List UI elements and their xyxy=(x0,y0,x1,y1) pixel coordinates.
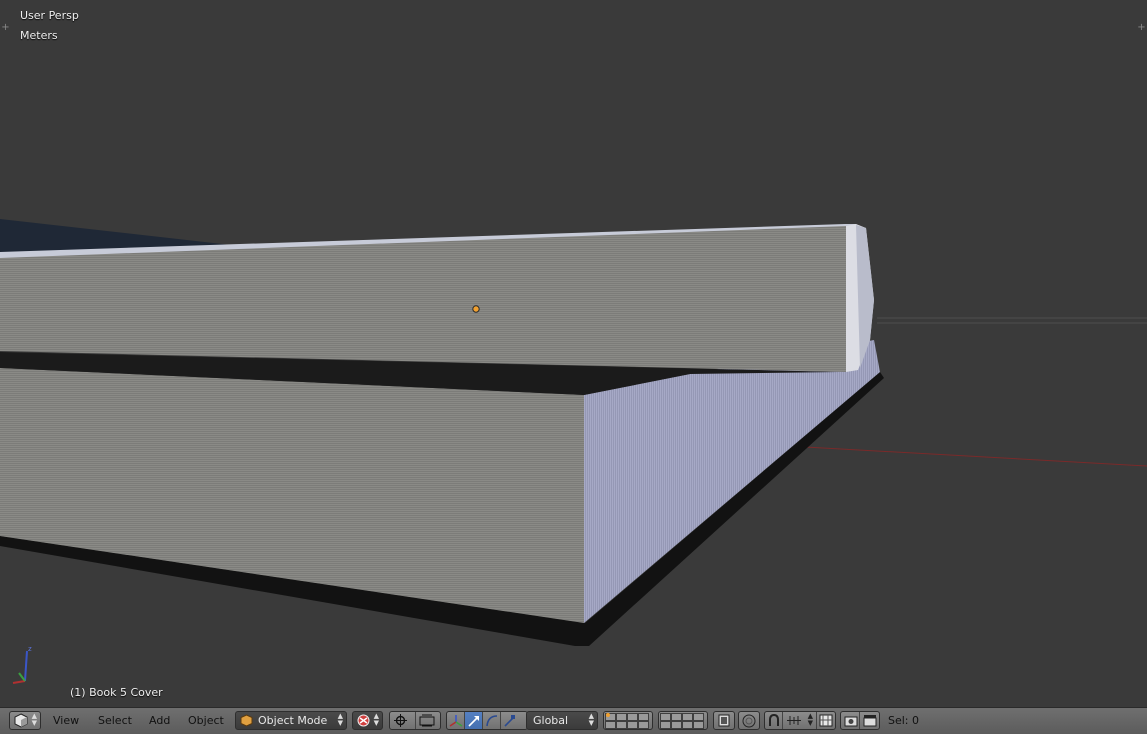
translate-arrow-icon xyxy=(468,716,479,727)
manipulator-toggle-button[interactable] xyxy=(447,712,465,729)
manipulator-toggle-icon xyxy=(449,715,463,727)
cube-editor-icon xyxy=(14,713,28,728)
menu-select[interactable]: Select xyxy=(98,714,132,727)
opengl-render-animation-button[interactable] xyxy=(860,712,879,729)
active-layer-dot-icon xyxy=(606,713,610,717)
snap-target-icon xyxy=(819,714,833,727)
object-origin-dot xyxy=(472,305,480,313)
units-label: Meters xyxy=(20,29,58,42)
snap-target-button[interactable] xyxy=(817,712,835,729)
rotate-arc-icon xyxy=(486,715,498,727)
updown-arrows-icon: ▲ ▼ xyxy=(373,712,379,727)
menu-object[interactable]: Object xyxy=(188,714,224,727)
snap-toggle-button[interactable] xyxy=(765,712,783,729)
manipulator-group xyxy=(446,711,528,730)
viewport-shading-button[interactable]: ▲ ▼ xyxy=(352,711,383,730)
pivot-group xyxy=(389,711,441,730)
snap-group: ▲ ▼ xyxy=(764,711,836,730)
snap-increment-icon xyxy=(787,716,801,725)
manipulate-center-button[interactable] xyxy=(416,712,440,729)
scale-manipulator-button[interactable] xyxy=(501,712,519,729)
object-mode-icon xyxy=(240,714,253,727)
orientation-dropdown[interactable]: Global ▲ ▼ xyxy=(526,711,598,730)
orientation-label: Global xyxy=(533,714,569,727)
pivot-point-button[interactable] xyxy=(390,712,416,729)
toolshelf-expand-icon[interactable]: + xyxy=(1,23,10,33)
updown-arrows-icon: ▲ ▼ xyxy=(337,712,343,727)
magnet-icon xyxy=(769,714,779,726)
layers-block-1[interactable] xyxy=(603,711,653,730)
pivot-point-icon xyxy=(394,714,407,727)
proportional-edit-icon xyxy=(742,714,756,728)
shading-sphere-icon xyxy=(357,714,370,727)
view-name-label: User Persp xyxy=(20,9,79,22)
editor-type-button[interactable]: ▲ ▼ xyxy=(9,711,41,730)
mode-dropdown[interactable]: Object Mode ▲ ▼ xyxy=(235,711,347,730)
scale-arrow-icon xyxy=(504,715,515,727)
render-group xyxy=(840,711,880,730)
viewport-header: ▲ ▼ View Select Add Object Object Mode ▲ ▼… xyxy=(0,707,1147,734)
updown-arrows-icon: ▲ ▼ xyxy=(807,712,813,727)
svg-text:z: z xyxy=(28,645,32,653)
axis-gizmo-icon: z xyxy=(12,645,32,684)
active-object-label: (1) Book 5 Cover xyxy=(70,686,163,699)
updown-arrows-icon: ▲ ▼ xyxy=(588,712,594,727)
menu-add[interactable]: Add xyxy=(149,714,170,727)
clapperboard-icon xyxy=(863,715,877,727)
properties-expand-icon[interactable]: + xyxy=(1137,23,1146,33)
scene-render[interactable] xyxy=(0,0,1147,707)
layers-block-2[interactable] xyxy=(658,711,708,730)
3d-viewport[interactable]: User Persp Meters + + z (1) Book 5 Cover xyxy=(0,0,1147,707)
proportional-editing-button[interactable] xyxy=(738,711,760,730)
opengl-render-image-button[interactable] xyxy=(841,712,861,729)
layers-lock-icon xyxy=(718,714,730,727)
menu-view[interactable]: View xyxy=(53,714,79,727)
mode-label: Object Mode xyxy=(258,714,328,727)
snap-element-button[interactable]: ▲ ▼ xyxy=(783,712,817,729)
rotate-manipulator-button[interactable] xyxy=(483,712,501,729)
lock-camera-layers-button[interactable] xyxy=(713,711,735,730)
manipulator-center-icon xyxy=(419,714,435,727)
camera-icon xyxy=(844,716,858,727)
x-axis-line xyxy=(804,446,1147,467)
updown-arrows-icon: ▲ ▼ xyxy=(31,712,37,727)
translate-manipulator-button[interactable] xyxy=(465,712,483,729)
selection-count-label: Sel: 0 xyxy=(888,714,920,727)
